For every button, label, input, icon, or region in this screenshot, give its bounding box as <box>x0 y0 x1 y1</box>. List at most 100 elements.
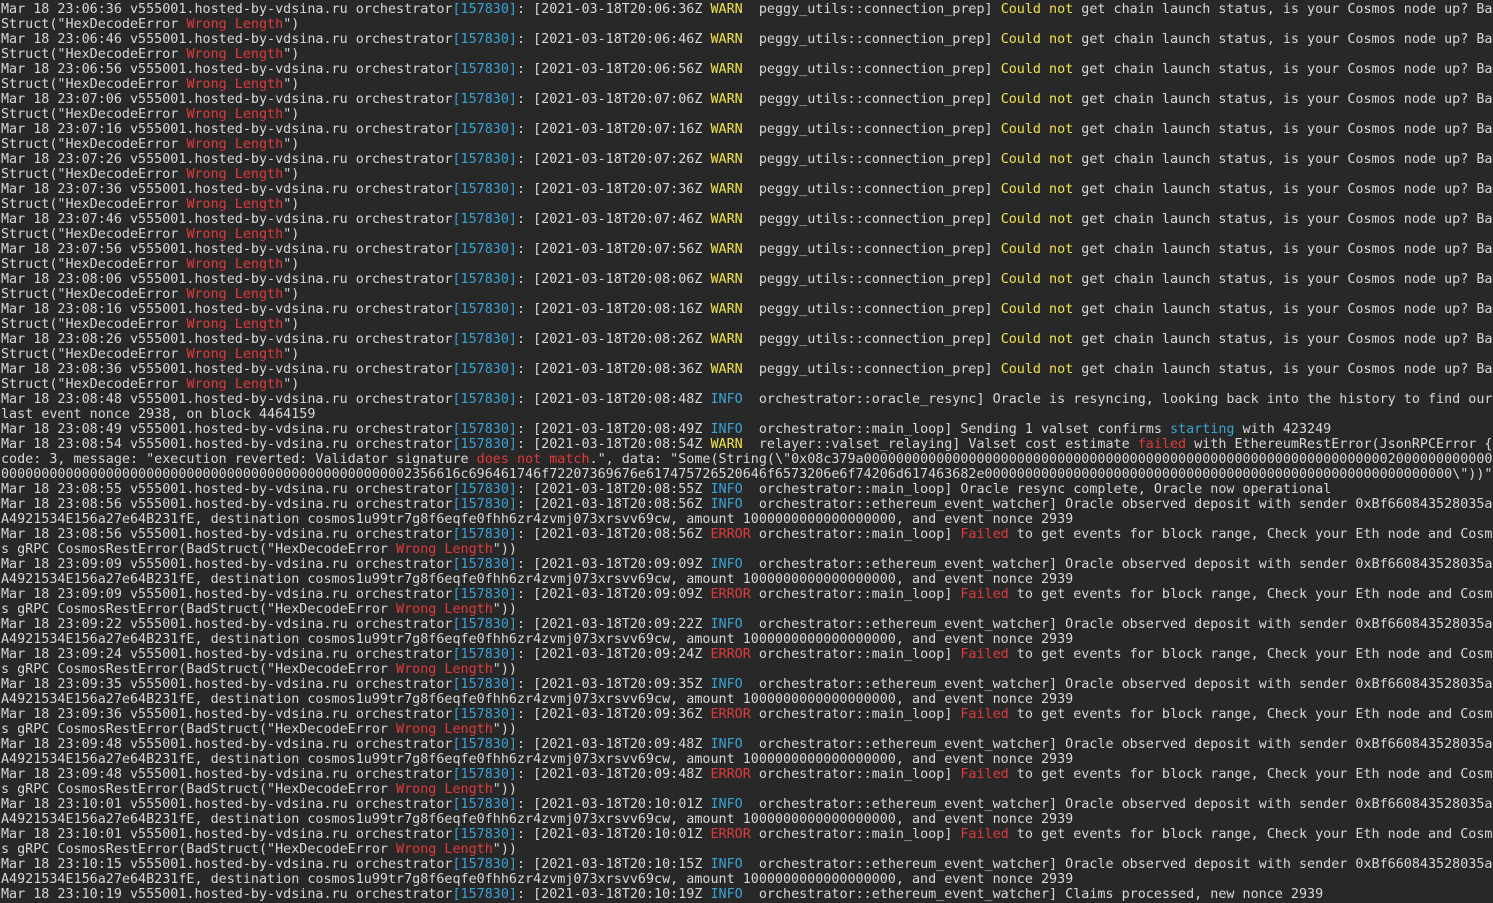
log-text: to get events for block range, Check you… <box>1008 707 1493 722</box>
log-highlight: Wrong Length <box>186 317 284 332</box>
log-line: Struct("HexDecodeError Wrong Length") <box>1 347 1493 362</box>
log-highlight: Failed <box>960 827 1009 842</box>
log-text: get chain launch status, is your Cosmos … <box>1073 182 1493 197</box>
log-highlight: Wrong Length <box>186 257 284 272</box>
log-line: s gRPC CosmosRestError(BadStruct("HexDec… <box>1 662 1493 677</box>
log-pid: [157830] <box>452 617 517 632</box>
log-level: INFO <box>710 887 743 902</box>
log-text: code: 3, message: "execution reverted: V… <box>1 452 477 467</box>
log-line: Mar 18 23:10:15 v555001.hosted-by-vdsina… <box>1 857 1493 872</box>
log-text: peggy_utils::connection_prep] <box>742 362 1001 377</box>
log-text: Mar 18 23:06:46 v555001.hosted-by-vdsina… <box>1 32 453 47</box>
log-text: ") <box>283 137 300 152</box>
log-text: : [2021-03-18T20:07:16Z <box>516 122 711 137</box>
log-line: Struct("HexDecodeError Wrong Length") <box>1 377 1493 392</box>
log-line: Struct("HexDecodeError Wrong Length") <box>1 77 1493 92</box>
log-text: ") <box>283 77 300 92</box>
log-line: Mar 18 23:06:36 v555001.hosted-by-vdsina… <box>1 2 1493 17</box>
log-level: WARN <box>710 182 743 197</box>
log-level: WARN <box>710 272 743 287</box>
log-text: : [2021-03-18T20:09:24Z <box>516 647 711 662</box>
log-text: get chain launch status, is your Cosmos … <box>1073 32 1493 47</box>
log-text: Struct("HexDecodeError <box>1 137 187 152</box>
log-level: WARN <box>710 332 743 347</box>
log-pid: [157830] <box>452 212 517 227</box>
log-text: : [2021-03-18T20:08:54Z <box>516 437 711 452</box>
log-line: s gRPC CosmosRestError(BadStruct("HexDec… <box>1 722 1493 737</box>
log-text: Mar 18 23:09:09 v555001.hosted-by-vdsina… <box>1 587 453 602</box>
log-text: s gRPC CosmosRestError(BadStruct("HexDec… <box>1 722 397 737</box>
log-highlight: Wrong Length <box>186 197 284 212</box>
log-text: get chain launch status, is your Cosmos … <box>1073 332 1493 347</box>
log-line: Struct("HexDecodeError Wrong Length") <box>1 137 1493 152</box>
log-highlight: Wrong Length <box>186 347 284 362</box>
log-line: Mar 18 23:09:22 v555001.hosted-by-vdsina… <box>1 617 1493 632</box>
log-text: ")) <box>492 602 517 617</box>
log-level: INFO <box>710 557 743 572</box>
log-line: 0000000000000000000000000000000000000000… <box>1 467 1493 482</box>
log-pid: [157830] <box>452 707 517 722</box>
log-pid: [157830] <box>452 797 517 812</box>
log-line: Mar 18 23:09:35 v555001.hosted-by-vdsina… <box>1 677 1493 692</box>
log-text: Struct("HexDecodeError <box>1 47 187 62</box>
log-text: Mar 18 23:09:48 v555001.hosted-by-vdsina… <box>1 737 453 752</box>
log-level: WARN <box>710 62 743 77</box>
log-highlight: Failed <box>960 707 1009 722</box>
log-line: Struct("HexDecodeError Wrong Length") <box>1 197 1493 212</box>
log-text: ")) <box>492 842 517 857</box>
log-highlight: Could not <box>1000 152 1074 167</box>
log-pid: [157830] <box>452 527 517 542</box>
log-text: Struct("HexDecodeError <box>1 287 187 302</box>
log-text: : [2021-03-18T20:06:56Z <box>516 62 711 77</box>
log-pid: [157830] <box>452 437 517 452</box>
log-line: Struct("HexDecodeError Wrong Length") <box>1 257 1493 272</box>
log-text: get chain launch status, is your Cosmos … <box>1073 2 1493 17</box>
log-level: ERROR <box>710 527 751 542</box>
log-level: WARN <box>710 212 743 227</box>
log-line: Struct("HexDecodeError Wrong Length") <box>1 47 1493 62</box>
log-pid: [157830] <box>452 482 517 497</box>
log-text: A4921534E156a27e64B231fE, destination co… <box>1 632 1074 647</box>
log-level: ERROR <box>710 707 751 722</box>
log-pid: [157830] <box>452 647 517 662</box>
log-text: Mar 18 23:10:19 v555001.hosted-by-vdsina… <box>1 887 453 902</box>
log-line: Mar 18 23:08:48 v555001.hosted-by-vdsina… <box>1 392 1493 407</box>
log-line: Mar 18 23:08:26 v555001.hosted-by-vdsina… <box>1 332 1493 347</box>
log-text: orchestrator::ethereum_event_watcher] Or… <box>742 677 1493 692</box>
log-text: Mar 18 23:09:09 v555001.hosted-by-vdsina… <box>1 557 453 572</box>
log-level: INFO <box>710 422 743 437</box>
log-text: peggy_utils::connection_prep] <box>742 302 1001 317</box>
log-text: : [2021-03-18T20:08:48Z <box>516 392 711 407</box>
log-highlight: Wrong Length <box>396 662 493 677</box>
log-level: INFO <box>710 857 743 872</box>
log-pid: [157830] <box>452 557 517 572</box>
log-text: Mar 18 23:07:46 v555001.hosted-by-vdsina… <box>1 212 453 227</box>
log-text: ") <box>283 167 300 182</box>
log-pid: [157830] <box>452 857 517 872</box>
log-text: peggy_utils::connection_prep] <box>742 92 1001 107</box>
terminal-output[interactable]: Mar 18 23:06:36 v555001.hosted-by-vdsina… <box>0 0 1493 903</box>
log-text: get chain launch status, is your Cosmos … <box>1073 362 1493 377</box>
log-text: : [2021-03-18T20:08:36Z <box>516 362 711 377</box>
log-text: s gRPC CosmosRestError(BadStruct("HexDec… <box>1 782 397 797</box>
log-highlight: starting <box>1169 422 1235 437</box>
log-text: orchestrator::ethereum_event_watcher] Or… <box>742 737 1493 752</box>
log-text: A4921534E156a27e64B231fE, destination co… <box>1 512 1074 527</box>
log-text: Mar 18 23:07:26 v555001.hosted-by-vdsina… <box>1 152 453 167</box>
log-text: Struct("HexDecodeError <box>1 77 187 92</box>
log-text: ") <box>283 47 300 62</box>
log-text: ") <box>283 347 300 362</box>
log-text: last event nonce 2938, on block 4464159 <box>1 407 316 422</box>
log-highlight: Could not <box>1000 362 1074 377</box>
log-text: Mar 18 23:07:16 v555001.hosted-by-vdsina… <box>1 122 453 137</box>
log-text: Mar 18 23:10:01 v555001.hosted-by-vdsina… <box>1 827 453 842</box>
log-line: Mar 18 23:10:19 v555001.hosted-by-vdsina… <box>1 887 1493 902</box>
log-text: Mar 18 23:08:54 v555001.hosted-by-vdsina… <box>1 437 453 452</box>
log-text: : [2021-03-18T20:07:56Z <box>516 242 711 257</box>
log-level: WARN <box>710 302 743 317</box>
log-level: ERROR <box>710 767 751 782</box>
log-text: : [2021-03-18T20:09:48Z <box>516 767 711 782</box>
log-text: Mar 18 23:08:56 v555001.hosted-by-vdsina… <box>1 497 453 512</box>
log-text: get chain launch status, is your Cosmos … <box>1073 212 1493 227</box>
log-line: Mar 18 23:08:06 v555001.hosted-by-vdsina… <box>1 272 1493 287</box>
